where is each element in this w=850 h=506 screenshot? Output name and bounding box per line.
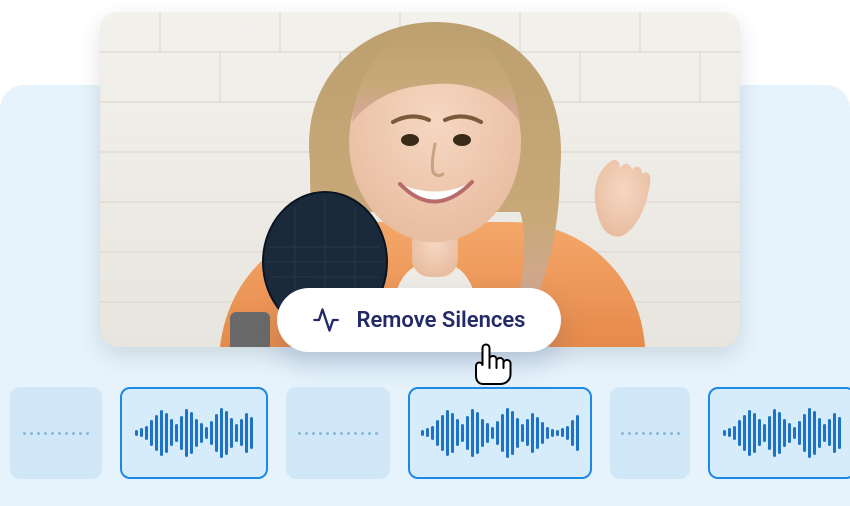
timeline-clip-audio[interactable] [708,387,850,479]
timeline[interactable] [0,368,850,498]
waveform-icon [421,408,579,458]
timeline-clip-silence[interactable] [10,387,102,479]
waveform-icon [723,408,841,458]
timeline-clip-audio[interactable] [120,387,268,479]
timeline-clip-audio[interactable] [408,387,592,479]
waveform-icon [621,432,680,435]
waveform-icon [23,432,89,435]
timeline-clip-silence[interactable] [610,387,690,479]
remove-silences-label: Remove Silences [356,308,525,333]
waveform-icon [135,408,253,458]
timeline-clip-silence[interactable] [286,387,390,479]
remove-silences-button[interactable]: Remove Silences [277,288,561,352]
activity-icon [312,306,340,334]
waveform-icon [298,432,378,435]
